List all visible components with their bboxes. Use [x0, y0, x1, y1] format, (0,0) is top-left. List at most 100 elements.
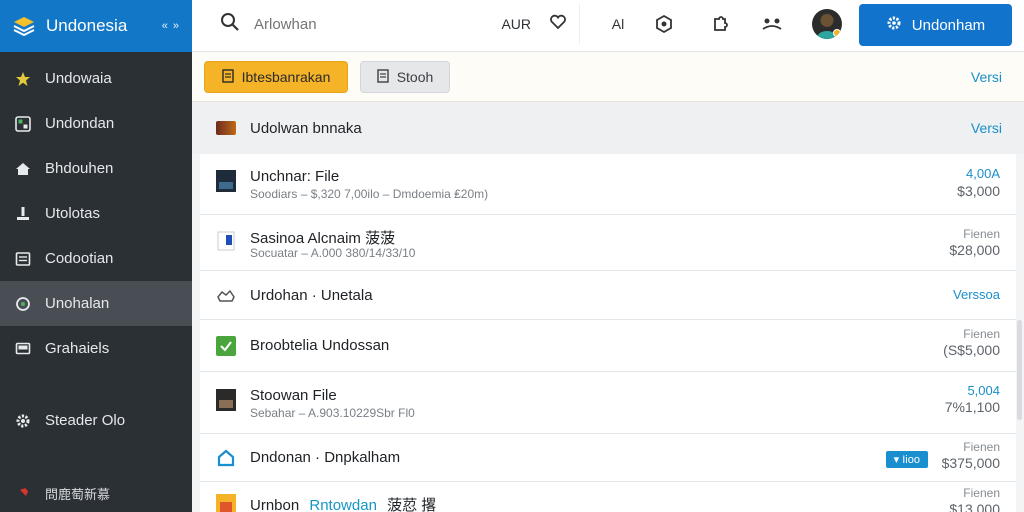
sidebar-item-5[interactable]: Codootian	[0, 236, 192, 281]
item-title: Broobtelia Undossan	[250, 337, 390, 354]
cloud-icon	[216, 286, 236, 306]
top-bar: AUR Al Undonham	[192, 0, 1024, 52]
item-title: Dndonan · Dnpkalham	[250, 449, 401, 466]
item-title: Urnbon Rntowdan 菠荵 撂	[250, 494, 436, 512]
grey-action-label: Stooh	[396, 69, 434, 85]
gear-icon	[886, 15, 902, 35]
item-subtitle: Soodiars – $,320 7,00ilo – Dmdoemia ₤20m…	[250, 187, 489, 201]
item-amount: $375,000	[941, 455, 1000, 471]
top-text-label[interactable]: Al	[606, 12, 630, 36]
item-status: Fienen	[963, 486, 1000, 500]
group-header[interactable]: Udolwan bnnaka Versi	[192, 102, 1024, 154]
user-icon	[14, 205, 32, 223]
vertical-scrollbar[interactable]	[1017, 320, 1022, 420]
collapse-sidebar-icon[interactable]: « »	[162, 20, 180, 32]
sidebar-item-label: Unohalan	[45, 295, 110, 312]
sidebar-item-settings[interactable]: Steader Olo	[0, 398, 192, 443]
item-status: 5,004	[967, 383, 1000, 398]
list-icon	[377, 68, 389, 86]
item-title-link[interactable]: Rntowdan	[309, 497, 377, 512]
sidebar-item-label: Undondan	[45, 115, 115, 132]
item-status: Fienen	[963, 327, 1000, 341]
sidebar-item-2[interactable]: Undondan	[0, 101, 192, 146]
grey-action-button[interactable]: Stooh	[360, 61, 450, 93]
search-bar[interactable]: AUR	[206, 4, 580, 44]
list-item[interactable]: Stoowan File Sebahar – A.903.10229Sbr Fl…	[200, 372, 1016, 434]
hexagon-settings-icon[interactable]	[652, 12, 676, 36]
item-status: Verssoa	[953, 287, 1000, 302]
sidebar-item-1[interactable]: Undowaia	[0, 56, 192, 101]
list-item[interactable]: Urnbon Rntowdan 菠荵 撂 Fienen $13,000	[200, 482, 1016, 512]
sidebar-item-label: Undowaia	[45, 70, 112, 87]
refresh-icon	[14, 295, 32, 313]
primary-action-label: Undonham	[911, 16, 986, 34]
document-icon	[221, 68, 234, 86]
list-item[interactable]: Sasinoa Alcnaim 菠菠 Socuatar – A.000 380/…	[200, 215, 1016, 271]
sidebar-item-label: Codootian	[45, 250, 114, 267]
sidebar-item-3[interactable]: Bhdouhen	[0, 146, 192, 191]
file-thumbnail-icon	[216, 170, 236, 192]
sidebar: Undonesia « » Undowaia Undondan Bhdouhen	[0, 0, 192, 512]
item-status: Fienen	[963, 440, 1000, 454]
team-icon[interactable]	[760, 12, 784, 36]
document-blue-icon	[216, 231, 236, 251]
item-status: 4,00A	[966, 166, 1000, 181]
sidebar-item-label: Utolotas	[45, 205, 101, 222]
sidebar-settings-label: Steader Olo	[45, 412, 126, 429]
sidebar-item-6-active[interactable]: Unohalan	[0, 281, 192, 326]
item-amount: 7%1,100	[944, 399, 1000, 415]
file-thumbnail-icon	[216, 389, 236, 411]
sidebar-item-7[interactable]: Grahaiels	[0, 326, 192, 371]
search-input[interactable]	[254, 15, 502, 33]
item-amount: (S$5,000	[943, 342, 1000, 358]
search-aux-label[interactable]: AUR	[501, 16, 531, 32]
item-title: Sasinoa Alcnaim 菠菠	[250, 230, 396, 247]
item-subtitle: Socuatar – A.000 380/14/33/10	[250, 246, 416, 260]
list-item[interactable]: Broobtelia Undossan Fienen (S$5,000	[200, 320, 1016, 372]
yellow-action-button[interactable]: Ibtesbanrakan	[204, 61, 348, 93]
home-icon	[14, 160, 32, 178]
sidebar-footer-label: 問鹿萄新慕	[45, 486, 111, 502]
yellow-action-label: Ibtesbanrakan	[241, 69, 331, 85]
group-version-link[interactable]: Versi	[971, 120, 1002, 136]
search-icon	[220, 12, 240, 37]
list-item[interactable]: Urdohan · Unetala Verssoa	[200, 271, 1016, 320]
brand-header[interactable]: Undonesia « »	[0, 0, 192, 52]
puzzle-icon[interactable]	[708, 12, 732, 36]
grid-icon	[14, 115, 32, 133]
star-icon	[14, 70, 32, 88]
sidebar-item-label: Grahaiels	[45, 340, 110, 357]
item-subtitle: Sebahar – A.903.10229Sbr Fl0	[250, 406, 415, 420]
document-icon	[14, 250, 32, 268]
home-outline-icon	[216, 448, 236, 468]
user-avatar[interactable]	[812, 9, 842, 39]
monitor-icon	[14, 340, 32, 358]
sidebar-item-4[interactable]: Utolotas	[0, 191, 192, 236]
item-title-main: Urnbon	[250, 497, 300, 512]
gear-icon	[14, 412, 32, 430]
favorite-heart-icon[interactable]	[549, 13, 567, 36]
item-title: Stoowan File	[250, 387, 337, 404]
item-title-tail: 菠荵 撂	[387, 497, 437, 512]
item-amount: $13,000	[949, 501, 1000, 512]
list-item[interactable]: Dndonan · Dnpkalham ▾ Iioo Fienen $375,0…	[200, 434, 1016, 482]
status-dot	[833, 29, 841, 37]
sidebar-footer[interactable]: 問鹿萄新慕	[0, 482, 192, 504]
item-tag-badge[interactable]: ▾ Iioo	[885, 451, 928, 468]
item-amount: $28,000	[949, 242, 1000, 258]
sidebar-nav: Undowaia Undondan Bhdouhen Utolotas Codo…	[0, 56, 192, 371]
group-title: Udolwan bnnaka	[250, 119, 362, 137]
list-item[interactable]: Unchnar: File Soodiars – $,320 7,00ilo –…	[200, 154, 1016, 215]
brand-name: Undonesia	[46, 16, 128, 35]
sidebar-item-label: Bhdouhen	[45, 160, 114, 177]
file-list: Unchnar: File Soodiars – $,320 7,00ilo –…	[200, 154, 1016, 512]
item-status: Fienen	[963, 227, 1000, 241]
spreadsheet-icon	[216, 336, 236, 356]
primary-action-button[interactable]: Undonham	[859, 4, 1012, 46]
toolbar: Ibtesbanrakan Stooh Versi	[192, 52, 1024, 102]
stack-logo-icon	[12, 16, 36, 36]
item-title: Urdohan · Unetala	[250, 287, 373, 304]
folder-thumbnail-icon	[216, 121, 236, 135]
image-file-icon	[216, 494, 236, 512]
toolbar-version-link[interactable]: Versi	[971, 69, 1002, 85]
